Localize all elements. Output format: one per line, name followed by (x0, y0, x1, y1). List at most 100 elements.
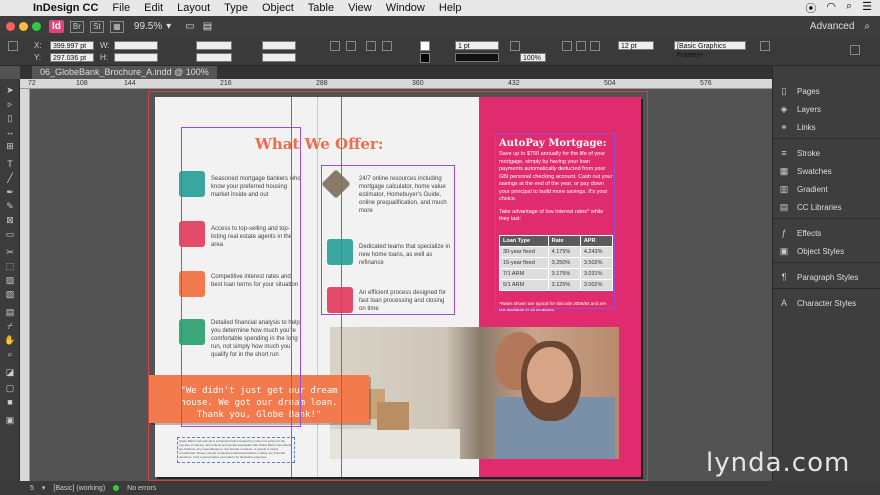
screen-mode-icon[interactable]: ▭ (185, 21, 194, 32)
flip-vertical-icon[interactable] (346, 41, 356, 51)
panel-character-styles[interactable]: A Character Styles (779, 296, 856, 310)
stroke-swatch[interactable] (420, 53, 430, 63)
woman-face-shape (527, 347, 573, 403)
menu-app[interactable]: InDesign CC (26, 2, 105, 14)
panel-cc-libraries[interactable]: ▤ CC Libraries (779, 200, 842, 214)
panel-object-styles[interactable]: ▣ Object Styles (779, 244, 844, 258)
search-icon[interactable]: ⌕ (846, 0, 852, 16)
line-tool-icon[interactable]: ╱ (4, 173, 16, 184)
menu-file[interactable]: File (105, 2, 137, 14)
hand-tool-icon[interactable]: ✋ (4, 335, 16, 346)
document-tab[interactable]: 06_GlobeBank_Brochure_A.indd @ 100% (32, 66, 217, 79)
fill-swatch[interactable] (420, 41, 430, 51)
scale-x-field[interactable] (196, 41, 232, 50)
menu-layout[interactable]: Layout (170, 2, 217, 14)
selection-tool-icon[interactable]: ➤ (4, 85, 16, 96)
gap-tool-icon[interactable]: ↔ (4, 127, 16, 138)
document-canvas[interactable]: What We Offer: Seasoned mortgage bankers… (30, 89, 772, 481)
minimize-window-icon[interactable] (19, 22, 28, 31)
preflight-profile[interactable]: [Basic] (working) (53, 485, 105, 492)
arrange-documents-icon[interactable]: ▤ (203, 21, 212, 32)
note-tool-icon[interactable]: ▤ (4, 307, 16, 318)
stroke-type-select[interactable] (455, 53, 499, 62)
eyedropper-tool-icon[interactable]: ⌿ (4, 321, 16, 332)
content-collector-icon[interactable]: ⊞ (4, 141, 16, 152)
tools-panel: ➤ ▹ ▯ ↔ ⊞ T ╱ ✒ ✎ ⊠ ▭ ✂ ⬚ ▨ ▧ ▤ ⌿ ✋ ⌕ ◪ … (0, 79, 20, 481)
panel-paragraph-styles[interactable]: ¶ Paragraph Styles (779, 270, 859, 284)
page-field[interactable]: 5 (30, 485, 34, 492)
pencil-tool-icon[interactable]: ✎ (4, 201, 16, 212)
quick-apply-icon[interactable] (760, 41, 770, 51)
menu-table[interactable]: Table (301, 2, 341, 14)
type-tool-icon[interactable]: T (4, 159, 16, 170)
page-tool-icon[interactable]: ▯ (4, 113, 16, 124)
panel-links[interactable]: ⚭ Links (779, 120, 815, 134)
menu-help[interactable]: Help (432, 2, 469, 14)
pen-tool-icon[interactable]: ✒ (4, 187, 16, 198)
width-field[interactable] (114, 41, 158, 50)
menu-object[interactable]: Object (255, 2, 301, 14)
screen-mode-icon[interactable]: ▣ (4, 415, 16, 426)
effects-icon[interactable] (510, 41, 520, 51)
stroke-weight-field[interactable]: 1 pt (455, 41, 499, 50)
rectangle-frame-tool-icon[interactable]: ⊠ (4, 215, 16, 226)
workspace-switcher[interactable]: Advanced (810, 21, 854, 32)
panel-layers[interactable]: ◈ Layers (779, 102, 821, 116)
chevron-down-icon[interactable]: ▾ (42, 484, 46, 492)
panel-label: Paragraph Styles (797, 272, 859, 282)
fit-frame-icon[interactable] (562, 41, 572, 51)
brochure-spread[interactable]: What We Offer: Seasoned mortgage bankers… (149, 97, 641, 477)
panel-menu-icon[interactable] (850, 45, 860, 55)
menu-type[interactable]: Type (217, 2, 255, 14)
reference-point-icon[interactable] (8, 41, 18, 51)
search-icon[interactable]: ⌕ (864, 21, 870, 32)
shear-field[interactable] (262, 53, 296, 62)
panel-swatches[interactable]: ▦ Swatches (779, 164, 832, 178)
gradient-swatch-tool-icon[interactable]: ▨ (4, 275, 16, 286)
menu-view[interactable]: View (341, 2, 379, 14)
fill-stroke-icon[interactable]: ◪ (4, 367, 16, 378)
list-icon[interactable]: ☰ (862, 0, 872, 16)
apply-color-icon[interactable]: ■ (4, 397, 16, 408)
x-position-field[interactable]: 399.997 pt (50, 41, 94, 50)
fine-print[interactable]: Globe Bank International is a financial … (177, 437, 295, 463)
zoom-tool-icon[interactable]: ⌕ (4, 349, 16, 360)
w-label: W: (100, 41, 110, 50)
chevron-down-icon[interactable]: ▾ (166, 21, 171, 32)
object-style-select[interactable]: [Basic Graphics Frame]+ (674, 41, 746, 59)
panel-stroke[interactable]: ≡ Stroke (779, 146, 820, 160)
close-window-icon[interactable] (6, 22, 15, 31)
stock-button[interactable]: St (89, 20, 104, 33)
opacity-field[interactable]: 100% (520, 53, 546, 62)
direct-selection-tool-icon[interactable]: ▹ (4, 99, 16, 110)
fill-frame-icon[interactable] (590, 41, 600, 51)
zoom-level[interactable]: 99.5% (134, 21, 162, 32)
y-position-field[interactable]: 297.036 pt (50, 53, 94, 62)
scale-y-field[interactable] (196, 53, 232, 62)
text-size-field[interactable]: 12 pt (618, 41, 654, 50)
flip-horizontal-icon[interactable] (330, 41, 340, 51)
free-transform-tool-icon[interactable]: ⬚ (4, 261, 16, 272)
preflight-errors[interactable]: No errors (127, 485, 156, 492)
wifi-icon[interactable]: ◠ (826, 0, 836, 16)
fit-content-icon[interactable] (576, 41, 586, 51)
panel-gradient[interactable]: ▥ Gradient (779, 182, 828, 196)
menu-edit[interactable]: Edit (137, 2, 170, 14)
horizontal-ruler[interactable]: 72 108 144 216 288 360 432 504 576 (20, 79, 772, 89)
menu-window[interactable]: Window (379, 2, 432, 14)
panel-effects[interactable]: ƒ Effects (779, 226, 821, 240)
formatting-affects-container-icon[interactable]: ▢ (4, 383, 16, 394)
cc-icon[interactable]: ⦿ (805, 0, 816, 16)
select-content-icon[interactable] (382, 41, 392, 51)
select-container-icon[interactable] (366, 41, 376, 51)
view-options-icon[interactable]: ▦ (109, 20, 124, 33)
rectangle-tool-icon[interactable]: ▭ (4, 229, 16, 240)
scissors-tool-icon[interactable]: ✂ (4, 247, 16, 258)
rotation-field[interactable] (262, 41, 296, 50)
zoom-window-icon[interactable] (32, 22, 41, 31)
vertical-ruler[interactable] (20, 89, 30, 481)
gradient-feather-tool-icon[interactable]: ▧ (4, 289, 16, 300)
panel-pages[interactable]: ▯ Pages (779, 84, 820, 98)
height-field[interactable] (114, 53, 158, 62)
bridge-button[interactable]: Br (69, 20, 84, 33)
